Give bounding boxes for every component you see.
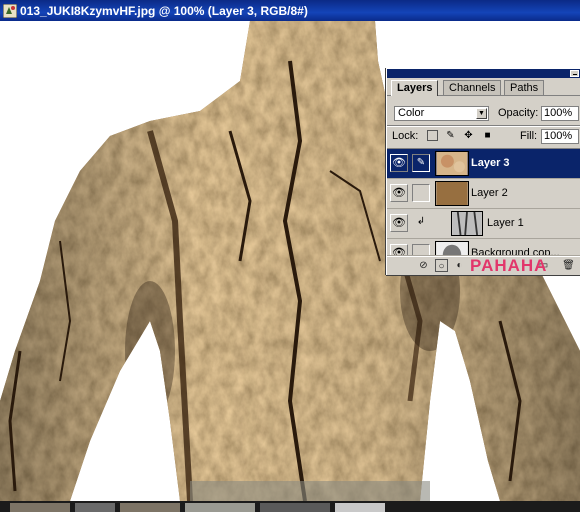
thumbnail[interactable] — [10, 503, 70, 512]
thumbnail[interactable] — [260, 503, 330, 512]
layer-row-background-copy[interactable]: 👁 Background cop... — [387, 239, 580, 256]
opacity-label: Opacity: — [498, 107, 539, 119]
link-icon[interactable]: ⊘ — [417, 259, 430, 272]
tab-paths[interactable]: Paths — [504, 80, 545, 95]
tab-layers[interactable]: Layers — [391, 80, 439, 96]
visibility-eye-icon[interactable]: 👁 — [390, 244, 408, 255]
lock-label: Lock: — [392, 130, 419, 142]
palette-title-bar[interactable] — [387, 69, 580, 78]
thumbnail[interactable] — [120, 503, 180, 512]
thumbnail[interactable] — [185, 503, 255, 512]
clipping-arrow-icon[interactable]: ↲ — [412, 214, 430, 232]
layer-row-layer-3[interactable]: 👁 ✎ Layer 3 — [387, 149, 580, 179]
opacity-field[interactable]: 100% — [541, 106, 579, 121]
layer-thumbnail — [435, 241, 469, 255]
layer-name: Background cop... — [471, 247, 560, 256]
layer-thumbnail — [435, 181, 469, 206]
lock-position-move-icon[interactable]: ✥ — [463, 130, 474, 141]
palette-tabs: Layers Channels Paths — [387, 78, 580, 96]
dropdown-arrow-icon[interactable]: ▼ — [476, 108, 487, 119]
add-mask-icon[interactable]: ○ — [435, 259, 448, 272]
layer-thumbnail — [451, 211, 483, 236]
blend-mode-select[interactable]: Color ▼ — [394, 106, 489, 121]
link-slot-icon[interactable] — [412, 184, 430, 202]
window-title-bar: 013_JUKI8KzymvHF.jpg @ 100% (Layer 3, RG… — [0, 0, 580, 21]
layer-name: Layer 3 — [471, 157, 510, 169]
brush-icon[interactable]: ✎ — [412, 154, 430, 172]
fill-field[interactable]: 100% — [541, 129, 579, 144]
layer-name: Layer 2 — [471, 187, 508, 199]
visibility-eye-icon[interactable]: 👁 — [390, 154, 408, 172]
layer-row-layer-1[interactable]: 👁 ↲ Layer 1 — [387, 209, 580, 239]
photoshop-document-icon — [3, 3, 17, 18]
window-title: 013_JUKI8KzymvHF.jpg @ 100% (Layer 3, RG… — [20, 3, 308, 18]
lock-all-icon[interactable]: ■ — [482, 130, 493, 141]
thumbnail[interactable] — [335, 503, 385, 512]
layer-row-layer-2[interactable]: 👁 Layer 2 — [387, 179, 580, 209]
adjustment-layer-icon[interactable]: ◐ — [453, 259, 466, 272]
divider — [387, 126, 580, 127]
link-slot-icon[interactable] — [412, 244, 430, 255]
tab-channels[interactable]: Channels — [443, 80, 502, 95]
blend-mode-value: Color — [398, 107, 425, 119]
visibility-eye-icon[interactable]: 👁 — [390, 184, 408, 202]
layer-thumbnail — [435, 151, 469, 176]
lock-transparency-icon[interactable] — [427, 130, 438, 141]
layers-palette: Layers Channels Paths Color ▼ Opacity: 1… — [386, 68, 580, 275]
watermark: PAHAHA — [470, 256, 548, 275]
bottom-thumbnail-strip — [0, 501, 580, 512]
lock-pixels-brush-icon[interactable]: ✎ — [445, 130, 456, 141]
layer-name: Layer 1 — [487, 217, 524, 229]
trash-icon[interactable]: 🗑 — [562, 259, 575, 272]
visibility-eye-icon[interactable]: 👁 — [390, 214, 408, 232]
fill-label: Fill: — [520, 130, 538, 142]
minimize-icon[interactable] — [570, 70, 579, 77]
thumbnail[interactable] — [75, 503, 115, 512]
